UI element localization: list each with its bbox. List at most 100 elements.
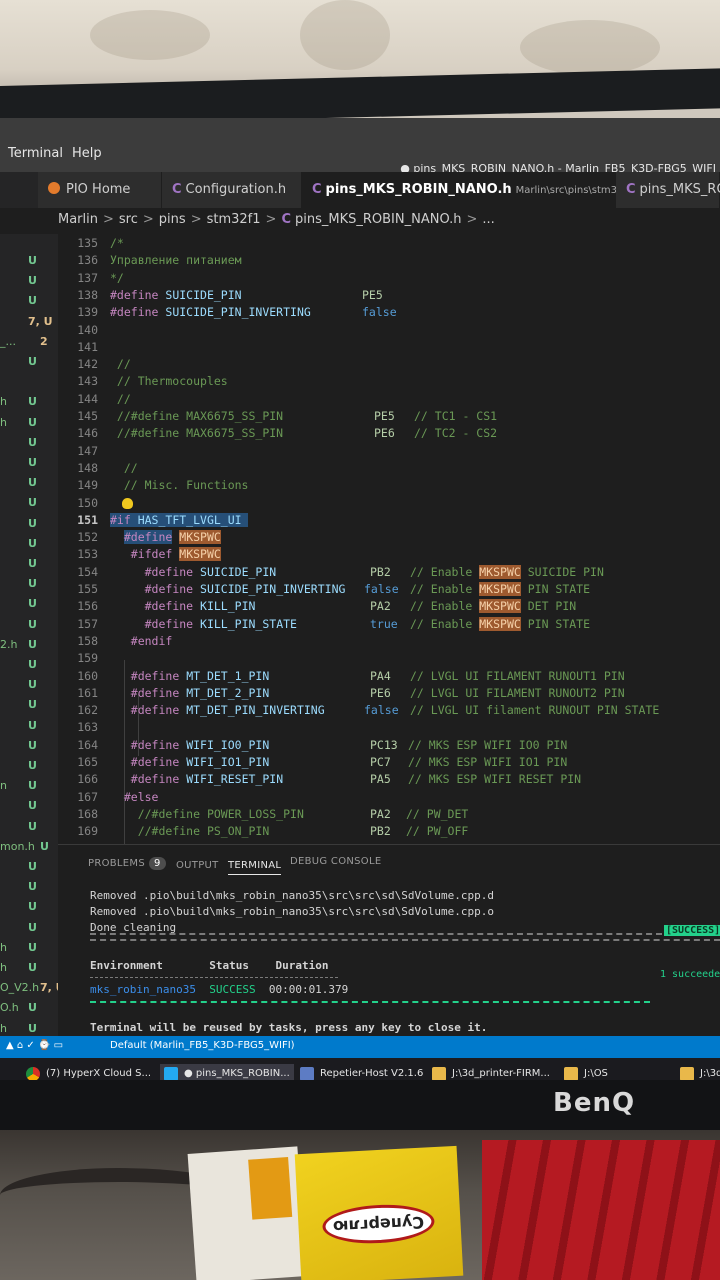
code-line[interactable]: 148 // [58,461,720,478]
git-status-flag: U [28,597,37,611]
code-token: /* [110,236,124,250]
code-line[interactable]: 156 #define KILL_PIN PA2 // Enable MKSPWC … [58,599,720,616]
code-editor[interactable]: 135 /* 136 Управление питанием 137 */ 138 #defi… [58,234,720,844]
breadcrumb-file[interactable]: pins_MKS_ROBIN_NANO.h [295,212,462,227]
code-token: #define [130,668,180,683]
tab-configuration[interactable]: C Configuration.h [162,172,302,208]
tab-label: Configuration.h [185,182,287,197]
code-line[interactable]: 168 //#define POWER_LOSS_PIN PA2 // PW_DET [58,807,720,824]
tab-pins-mks-robin-nano[interactable]: Cpins_MKS_ROBIN_NANO.h Marlin\src\pins\st… [302,172,650,208]
code-line[interactable]: 162 #define MT_DET_PIN_INVERTING false // … [58,703,720,720]
tab-pins-mks-robi[interactable]: Cpins_MKS_ROBI [616,172,720,208]
code-token: // [110,357,131,372]
code-line[interactable]: 164 #define WIFI_IO0_PIN PC13 // MKS ESP W… [58,738,720,755]
problems-count-badge: 9 [148,857,166,870]
code-text: #define KILL_PIN [110,599,256,614]
explorer-item-name: O.h [0,1001,19,1015]
code-line[interactable]: 139 #define SUICIDE_PIN_INVERTING false [58,305,720,322]
chevron-right-icon: > [265,212,277,227]
code-line[interactable]: 152 #define MKSPWC [58,530,720,547]
status-environment[interactable]: Default (Marlin_FB5_K3D-FBG5_WIFI) [110,1040,295,1051]
code-line[interactable]: 141 [58,340,720,357]
code-token: KILL_PIN [200,599,256,614]
git-status-flag: U [28,940,37,954]
code-token: #define [110,287,159,302]
lightbulb-icon[interactable] [122,497,133,509]
code-line[interactable]: 142 // [58,357,720,374]
terminal-line: Removed .pio\build\mks_robin_nano35\src\… [90,905,494,918]
chevron-right-icon: > [142,212,154,227]
code-line[interactable]: 166 #define WIFI_RESET_PIN PA5 // MKS ESP … [58,772,720,789]
breadcrumb-pins[interactable]: pins [159,212,186,227]
tab-debug-console[interactable]: DEBUG CONSOLE [290,856,381,867]
code-line[interactable]: 146 //#define MAX6675_SS_PIN PE6 // TC2 - … [58,426,720,443]
code-text: // Misc. Functions [110,478,249,492]
breadcrumb-marlin[interactable]: Marlin [58,212,98,227]
code-token: MKSPWC [179,530,221,545]
code-line[interactable]: 157 #define KILL_PIN_STATE true // Enable … [58,616,720,634]
code-line[interactable]: 136 Управление питанием [58,253,720,270]
status-icons[interactable]: ▲ ⌂ ✓ ⌚ ▭ [6,1040,63,1051]
code-line[interactable]: 165 #define WIFI_IO1_PIN PC7 // MKS ESP WI… [58,755,720,772]
pin-value: true [370,616,398,631]
git-status-flag: U [28,456,37,469]
line-number: 159 [77,651,98,666]
inline-comment: // Enable MKSPWC SUICIDE PIN [410,564,604,579]
code-line[interactable]: 159 [58,651,720,668]
code-line[interactable]: 150 [58,496,720,513]
environment-name[interactable]: mks_robin_nano35 [90,983,196,996]
breadcrumb-stm32f1[interactable]: stm32f1 [207,212,261,227]
code-line[interactable]: 158 #endif [58,634,720,651]
code-line[interactable]: 167 #else [58,790,720,807]
menu-terminal[interactable]: Terminal [8,146,63,161]
git-status-flag: U [28,880,37,894]
code-line[interactable]: 138 #define SUICIDE_PIN PE5 [58,288,720,305]
pin-value: PC7 [370,755,391,769]
code-token: //#define PS_ON_PIN [137,824,270,839]
taskbar-label: (7) HyperX Cloud S... [46,1068,152,1079]
inline-comment: // PW_DET [406,806,469,821]
tab-terminal[interactable]: TERMINAL [228,860,282,875]
header-environment: Environment [90,959,163,972]
git-status-flag: U [40,839,49,853]
folder-icon [432,1067,446,1081]
menu-help[interactable]: Help [72,146,102,161]
code-token: #define [144,564,194,579]
tab-pio-home[interactable]: PIO Home [38,172,162,208]
git-status-flag: U [28,1001,37,1015]
code-line[interactable]: 149 // Misc. Functions [58,478,720,495]
search-match: MKSPWC [479,616,521,631]
line-number: 145 [77,409,98,423]
breadcrumb-more[interactable]: ... [482,212,494,227]
tab-output[interactable]: OUTPUT [176,860,219,871]
code-line[interactable]: 144 // [58,392,720,409]
code-line[interactable]: 160 #define MT_DET_1_PIN PA4 // LVGL UI FI… [58,669,720,686]
code-line[interactable]: 154 #define SUICIDE_PIN PB2 // Enable MKSP… [58,564,720,582]
code-token: //#define MAX6675_SS_PIN [110,426,284,441]
code-line[interactable]: 135 /* [58,236,720,253]
tab-problems[interactable]: PROBLEMS 9 [88,857,166,870]
code-line[interactable]: 147 [58,444,720,461]
code-line[interactable]: 169 //#define PS_ON_PIN PB2 // PW_OFF [58,824,720,841]
code-token: KILL_PIN_STATE [200,616,297,631]
code-line[interactable]: 137 */ [58,271,720,288]
code-line[interactable]: 143 // Thermocouples [58,374,720,391]
code-line[interactable]: 161 #define MT_DET_2_PIN PE6 // LVGL UI FI… [58,686,720,703]
code-line[interactable]: 163 [58,720,720,737]
terminal-divider [90,977,338,978]
code-line[interactable]: 145 //#define MAX6675_SS_PIN PE5 // TC1 - … [58,409,720,426]
line-number: 163 [77,720,98,735]
code-line[interactable]: 155 #define SUICIDE_PIN_INVERTING false //… [58,582,720,599]
inline-comment: // MKS ESP WIFI RESET PIN [408,772,582,787]
breadcrumb-src[interactable]: src [119,212,138,227]
code-line[interactable]: 140 [58,323,720,340]
glue-package: Суперглю [294,1145,464,1280]
git-status-flag: U [28,961,37,974]
line-number: 154 [77,564,98,579]
code-line[interactable]: 153 #ifdef MKSPWC [58,547,720,564]
taskbar-label: J:\OS [584,1068,608,1079]
code-text: #else [110,790,159,804]
code-line[interactable]: 151 #if HAS_TFT_LVGL_UI [58,512,720,530]
